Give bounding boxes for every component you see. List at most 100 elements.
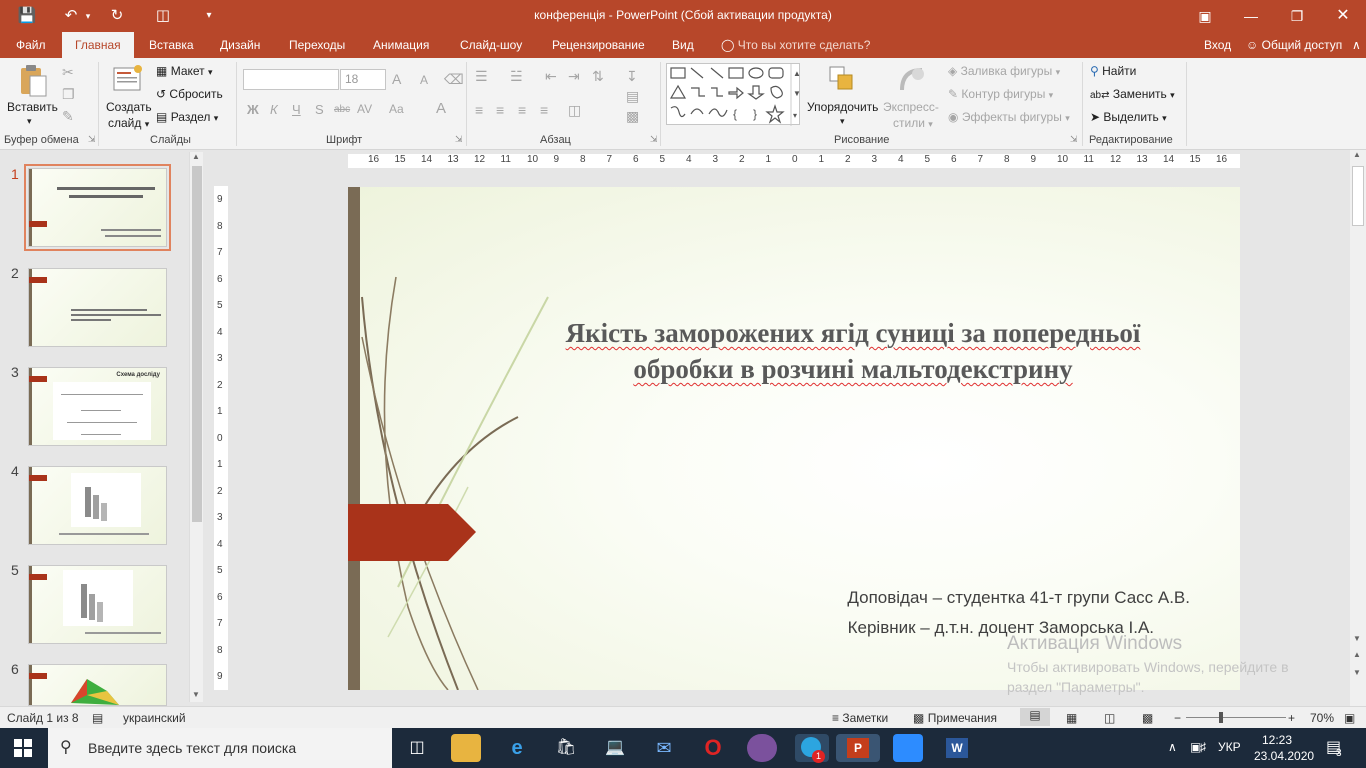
align-text-icon[interactable]: ▤ [626,88,639,105]
computer-icon[interactable]: 💻 [600,734,630,762]
find-button[interactable]: ⚲ Найти [1090,64,1136,78]
arrange-dropdown-icon[interactable]: ▾ [840,116,845,127]
slideshow-view-icon[interactable]: ▩ [1142,711,1153,725]
layout-button[interactable]: ▦ Макет ▾ [156,64,213,78]
slide-sorter-icon[interactable]: ▦ [1066,711,1077,725]
quick-styles-icon[interactable] [896,64,928,96]
shape-outline-button[interactable]: ✎ Контур фигуры ▾ [948,87,1053,101]
font-color-button[interactable]: A [436,100,446,117]
prev-slide-icon[interactable]: ▲ [1353,650,1361,659]
notes-button[interactable]: ≡ Заметки [832,711,888,725]
font-name-input[interactable] [243,69,339,90]
new-slide-button[interactable]: Создать [106,100,152,114]
select-button[interactable]: ➤ Выделить ▾ [1090,110,1167,124]
share-button[interactable]: ☺ Общий доступ [1246,32,1342,58]
zoom-level[interactable]: 70% [1310,711,1334,725]
zoom-slider-track[interactable] [1186,712,1286,723]
bold-button[interactable]: Ж [247,102,259,117]
reset-button[interactable]: ↺ Сбросить [156,87,223,101]
zoom-slider-thumb[interactable] [1219,712,1223,723]
powerpoint-taskbar-icon[interactable]: P [836,734,880,762]
align-left-icon[interactable]: ≡ [475,102,483,118]
fit-slide-icon[interactable]: ▣ [1344,711,1355,725]
main-scrollbar[interactable]: ▲ ▼ ▲ ▼ [1350,150,1366,706]
volume-icon[interactable]: ♯ [1200,740,1206,754]
clear-format-icon[interactable]: ⌫ [444,71,464,88]
char-spacing-button[interactable]: AV [357,102,372,116]
mail-icon[interactable]: ✉ [649,734,679,762]
scroll-down-icon[interactable]: ▼ [192,690,200,699]
comments-button[interactable]: ▩ Примечания [913,711,997,725]
scroll-down-icon[interactable]: ▼ [1353,634,1361,643]
tell-me[interactable]: ◯ Что вы хотите сделать? [721,32,870,58]
normal-view-icon[interactable]: ▤ [1020,708,1050,726]
language-indicator[interactable]: украинский [123,711,186,725]
paste-icon[interactable] [18,64,50,97]
slide-thumbnail-1[interactable] [24,164,171,251]
shapes-gallery[interactable]: {} ▲ ▼ ▾ [666,63,801,126]
scroll-up-icon[interactable]: ▲ [1353,150,1361,159]
arrange-icon[interactable] [826,64,858,96]
tab-view[interactable]: Вид [670,32,696,58]
align-right-icon[interactable]: ≡ [518,102,526,118]
word-icon[interactable]: W [942,734,972,762]
grow-font-icon[interactable]: A [392,71,401,87]
font-size-input[interactable]: 18 [340,69,386,90]
replace-button[interactable]: ab⇄ Заменить ▾ [1090,87,1175,101]
strikethrough-button[interactable]: abc [334,104,350,115]
drawing-launcher-icon[interactable]: ⇲ [1070,134,1078,145]
cut-icon[interactable]: ✂ [62,64,74,81]
decrease-indent-icon[interactable]: ⇤ [545,68,557,85]
slide-thumbnail-4[interactable] [28,466,167,545]
edge-icon[interactable]: e [502,734,532,762]
minimize-button[interactable]: — [1228,0,1274,32]
underline-button[interactable]: Ч [292,102,301,117]
columns-icon[interactable]: ◫ [568,102,581,119]
increase-indent-icon[interactable]: ⇥ [568,68,580,85]
font-launcher-icon[interactable]: ⇲ [455,134,463,145]
collapse-ribbon-icon[interactable]: ∧ [1352,32,1361,58]
smartart-icon[interactable]: ▩ [626,108,639,125]
slide-thumbnail-5[interactable] [28,565,167,644]
clock[interactable]: 12:23 23.04.2020 [1254,732,1314,764]
change-case-button[interactable]: Aa [389,102,404,116]
spellcheck-icon[interactable]: ▤ [92,711,103,725]
justify-icon[interactable]: ≡ [540,102,548,118]
tab-home[interactable]: Главная [62,32,134,58]
paragraph-launcher-icon[interactable]: ⇲ [650,134,658,145]
arrange-button[interactable]: Упорядочить [807,100,878,114]
italic-button[interactable]: К [270,102,278,117]
opera-icon[interactable]: O [698,734,728,762]
scroll-up-icon[interactable]: ▲ [192,152,200,161]
windows-start-icon[interactable] [14,739,32,760]
tab-review[interactable]: Рецензирование [550,32,647,58]
slide-canvas[interactable]: Якість заморожених ягід суниці за попере… [348,187,1240,690]
copy-icon[interactable]: ❐ [62,86,75,103]
presenter-line[interactable]: Доповідач – студентка 41-т групи Сасс А.… [847,588,1190,608]
quick-styles-button-line2[interactable]: стили ▾ [893,116,933,130]
numbering-icon[interactable]: ☱ [510,68,523,85]
tab-slideshow[interactable]: Слайд-шоу [458,32,524,58]
next-slide-icon[interactable]: ▼ [1353,668,1361,677]
tab-design[interactable]: Дизайн [218,32,262,58]
viber-icon[interactable] [747,734,777,762]
bullets-icon[interactable]: ☰ [475,68,488,85]
tray-expand-icon[interactable]: ∧ [1168,740,1177,754]
tab-transitions[interactable]: Переходы [287,32,347,58]
paste-dropdown-icon[interactable]: ▾ [27,116,32,127]
tab-insert[interactable]: Вставка [147,32,196,58]
slide-title[interactable]: Якість заморожених ягід суниці за попере… [523,315,1183,387]
text-direction-icon[interactable]: ↧ [626,68,638,85]
shadow-button[interactable]: S [315,102,324,117]
tab-file[interactable]: Файл [14,32,48,58]
new-slide-icon[interactable] [112,64,144,96]
slide-thumbnail-6[interactable] [28,664,167,706]
slide-thumbnail-2[interactable] [28,268,167,347]
tab-animation[interactable]: Анимация [371,32,431,58]
slide-thumbnail-3[interactable]: Схема досліду [28,367,167,446]
new-slide-button-line2[interactable]: слайд ▾ [108,116,149,130]
restore-button[interactable]: ❐ [1274,0,1320,32]
shrink-font-icon[interactable]: A [420,73,428,87]
task-view-icon[interactable]: ◫ [402,734,432,762]
format-painter-icon[interactable]: ✎ [62,108,74,125]
